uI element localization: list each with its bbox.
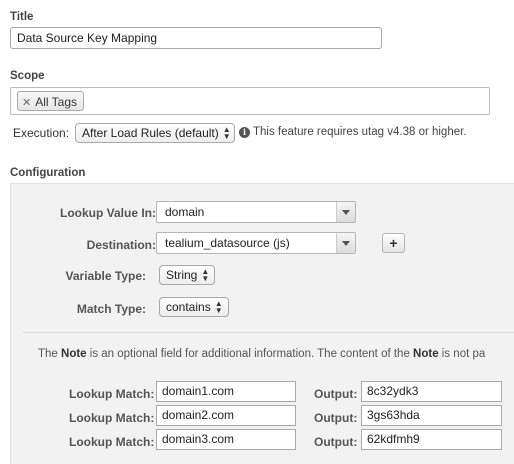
output-input[interactable]: 3gs63hda	[361, 405, 502, 426]
scope-tag-label: All Tags	[35, 95, 78, 109]
match-type-label: Match Type:	[76, 302, 146, 316]
variable-type-value: String	[166, 268, 198, 282]
output-input[interactable]: 8c32ydk3	[361, 381, 502, 402]
execution-select[interactable]: After Load Rules (default) ▲ ▼	[75, 123, 235, 143]
scope-field[interactable]: ✕ All Tags	[10, 87, 490, 115]
match-type-value: contains	[166, 300, 211, 314]
add-destination-button[interactable]: +	[382, 233, 405, 253]
execution-select-value: After Load Rules (default)	[82, 126, 219, 140]
lookup-match-label: Lookup Match:	[69, 387, 155, 401]
note-help-text: The Note is an optional field for additi…	[38, 348, 486, 360]
scope-tag-chip: ✕ All Tags	[17, 91, 85, 111]
output-input[interactable]: 62kdfmh9	[361, 429, 502, 450]
info-icon: i	[239, 126, 250, 138]
output-label: Output:	[314, 435, 358, 449]
match-type-select[interactable]: contains ▲ ▼	[159, 297, 229, 317]
title-input[interactable]: Data Source Key Mapping	[10, 27, 382, 49]
lookup-value-in-combo[interactable]: domain	[156, 201, 356, 223]
title-label: Title	[10, 11, 34, 23]
lookup-match-label: Lookup Match:	[69, 411, 155, 425]
destination-combo[interactable]: tealium_datasource (js)	[156, 232, 356, 254]
configuration-panel: Lookup Value In: domain Destination: tea…	[10, 183, 514, 464]
execution-note-text: This feature requires utag v4.38 or high…	[253, 126, 467, 138]
destination-value: tealium_datasource (js)	[165, 236, 290, 250]
chevron-down-icon[interactable]	[336, 233, 355, 253]
variable-type-select[interactable]: String ▲ ▼	[159, 265, 215, 285]
output-label: Output:	[314, 387, 358, 401]
lookup-match-input[interactable]: domain1.com	[156, 381, 296, 402]
lookup-value-in-value: domain	[165, 205, 205, 219]
lookup-match-label: Lookup Match:	[69, 435, 155, 449]
execution-note: i This feature requires utag v4.38 or hi…	[239, 126, 467, 138]
output-label: Output:	[314, 411, 358, 425]
configuration-label: Configuration	[10, 167, 86, 179]
up-down-arrows-icon: ▲ ▼	[214, 299, 223, 315]
up-down-arrows-icon: ▲ ▼	[201, 267, 210, 283]
close-icon[interactable]: ✕	[22, 96, 31, 109]
variable-type-label: Variable Type:	[65, 269, 146, 283]
config-divider	[23, 332, 514, 333]
execution-label: Execution:	[13, 126, 70, 140]
chevron-down-icon[interactable]	[336, 202, 355, 222]
up-down-arrows-icon: ▲ ▼	[222, 125, 231, 141]
lookup-match-input[interactable]: domain2.com	[156, 405, 296, 426]
scope-label: Scope	[10, 70, 45, 82]
lookup-match-input[interactable]: domain3.com	[156, 429, 296, 450]
destination-label: Destination:	[86, 238, 156, 252]
lookup-value-in-label: Lookup Value In:	[59, 206, 156, 220]
